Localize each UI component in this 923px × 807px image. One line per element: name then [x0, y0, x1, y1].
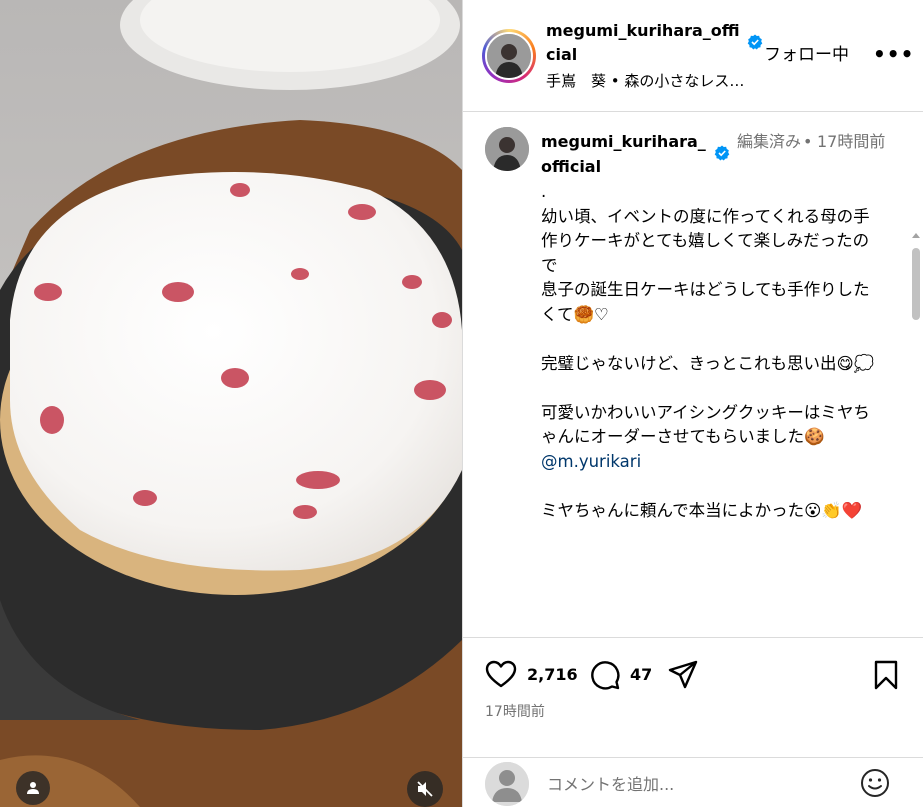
header-username[interactable]: megumi_kurihara_official — [546, 19, 746, 67]
edited-label: 編集済み — [737, 132, 802, 151]
caption-paragraph: 可愛いかわいいアイシングクッキーはミヤちゃんにオーダーさせてもらいました🍪 — [541, 402, 870, 447]
caption-time[interactable]: 17時間前 — [817, 129, 887, 154]
caption-paragraph: ミヤちゃんに頼んで本当によかった😮👏❤️ — [541, 500, 863, 520]
comment-icon — [591, 661, 620, 690]
avatar[interactable] — [485, 32, 533, 80]
verified-icon — [714, 145, 730, 161]
following-button[interactable]: フォロー中 — [764, 43, 849, 67]
post-panel: megumi_kurihara_official フォロー中 ••• 手嶌 葵 … — [462, 0, 923, 807]
location-link[interactable]: 手嶌 葵 • 森の小さなレス… — [546, 71, 744, 91]
save-button[interactable] — [869, 658, 903, 692]
caption-avatar[interactable] — [485, 127, 529, 171]
share-button[interactable] — [666, 658, 700, 692]
comment-input[interactable] — [547, 770, 847, 798]
save-icon — [874, 660, 898, 690]
mute-button[interactable] — [407, 771, 443, 807]
scroll-up-arrow[interactable] — [912, 233, 920, 238]
separator-dot: • — [803, 132, 813, 151]
comment-count[interactable]: 47 — [630, 664, 652, 686]
post-media[interactable] — [0, 0, 462, 807]
share-icon — [668, 660, 698, 689]
emoji-icon — [861, 769, 889, 797]
user-tag-button[interactable] — [16, 771, 50, 805]
scroll-thumb[interactable] — [912, 248, 920, 320]
heart-icon — [485, 660, 517, 688]
avatar — [485, 762, 529, 806]
comment-bar — [463, 757, 923, 807]
more-options-button[interactable]: ••• — [873, 42, 914, 66]
caption-paragraph: . 幼い頃、イベントの度に作ってくれる母の手作りケーキがとても嬉しくて楽しみだっ… — [541, 182, 870, 324]
caption-text: . 幼い頃、イベントの度に作ってくれる母の手作りケーキがとても嬉しくて楽しみだっ… — [541, 180, 881, 523]
comment-button[interactable] — [588, 658, 622, 692]
verified-icon — [747, 34, 763, 50]
caption-area: megumi_kurihara_official 編集済み • 17時間前 . … — [463, 113, 923, 637]
mention-link[interactable]: @m.yurikari — [541, 452, 641, 471]
cake-photo — [0, 0, 462, 807]
scrollbar[interactable] — [909, 226, 923, 637]
like-button[interactable] — [484, 658, 518, 692]
caption-paragraph: 完璧じゃないけど、きっとこれも思い出😋💭 — [541, 353, 875, 373]
caption-username[interactable]: megumi_kurihara_official — [541, 129, 711, 179]
action-bar: 2,716 47 17時間前 — [463, 637, 923, 757]
emoji-button[interactable] — [859, 767, 891, 799]
mute-icon — [417, 781, 433, 797]
post-header: megumi_kurihara_official フォロー中 ••• 手嶌 葵 … — [463, 0, 923, 112]
like-count[interactable]: 2,716 — [527, 664, 578, 686]
user-tag-icon — [27, 782, 39, 794]
post-timestamp[interactable]: 17時間前 — [485, 702, 545, 722]
